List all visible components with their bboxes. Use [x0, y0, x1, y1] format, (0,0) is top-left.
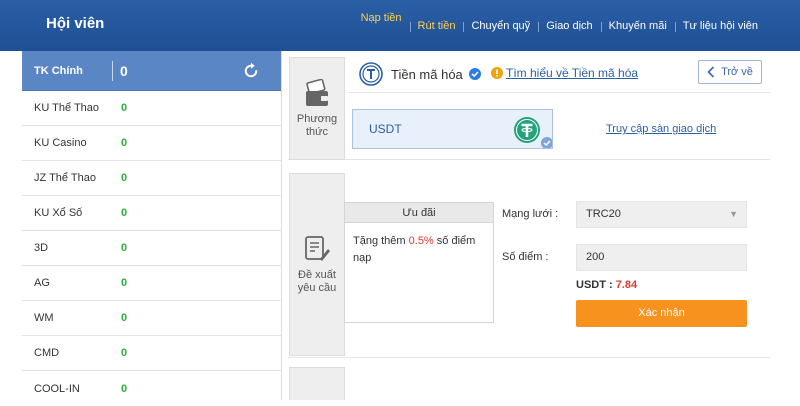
wallet-card-icon — [306, 78, 328, 106]
header-bar: Hội viên Nạp tiền Rút tiền Chuyển quỹ Gi… — [0, 0, 800, 51]
sidebar-item-value: 0 — [121, 312, 128, 324]
sidebar-item-ku-lottery[interactable]: KU Xổ Số 0 — [22, 196, 281, 231]
sidebar-item-label: AG — [34, 277, 50, 289]
next-section — [288, 366, 770, 400]
divider — [112, 61, 113, 81]
nav-withdraw[interactable]: Rút tiền — [409, 20, 464, 32]
tab-payment-method[interactable]: Phương thức — [289, 57, 345, 160]
sidebar-wallets: TK Chính 0 KU Thể Thao 0 KU Casino 0 JZ … — [22, 51, 282, 400]
usdt-logo-icon — [514, 117, 540, 143]
learn-crypto-link[interactable]: Tìm hiểu về Tiền mã hóa — [491, 66, 638, 80]
chevron-left-icon — [707, 66, 715, 78]
promo-box: Ưu đãi Tặng thêm 0.5% số điểm nạp — [344, 202, 494, 323]
confirm-button[interactable]: Xác nhận — [576, 300, 747, 327]
usdt-label: USDT — [369, 122, 402, 136]
sidebar-item-value: 0 — [120, 62, 128, 79]
page-title: Hội viên — [46, 15, 105, 32]
crypto-title-text: Tiền mã hóa — [391, 66, 463, 82]
tab-next[interactable] — [289, 367, 345, 400]
verified-check-icon — [468, 68, 481, 80]
usdt-amount: USDT : 7.84 — [576, 279, 637, 291]
sidebar-item-main-account[interactable]: TK Chính 0 — [22, 51, 281, 91]
network-label: Mạng lưới : — [502, 208, 559, 220]
tab-request[interactable]: Đề xuất yêu cầu — [289, 173, 345, 356]
selected-check-icon — [541, 137, 552, 148]
nav-promotions[interactable]: Khuyến mãi — [600, 20, 675, 32]
refresh-icon[interactable] — [242, 62, 260, 80]
caret-down-icon: ▼ — [729, 209, 738, 219]
sidebar-item-cool-in[interactable]: COOL-IN 0 — [22, 371, 281, 406]
sidebar-item-label: 3D — [34, 242, 49, 254]
sidebar-item-value: 0 — [121, 172, 128, 184]
top-nav: Nạp tiền Rút tiền Chuyển quỹ Giao dịch K… — [353, 0, 766, 51]
usdt-amount-value: 7.84 — [615, 279, 638, 291]
sidebar-item-ku-casino[interactable]: KU Casino 0 — [22, 126, 281, 161]
back-button[interactable]: Trở về — [698, 60, 762, 84]
sidebar-item-label: WM — [34, 312, 54, 324]
tether-icon — [359, 62, 383, 86]
sidebar-item-3d[interactable]: 3D 0 — [22, 231, 281, 266]
form-edit-icon — [305, 235, 330, 261]
promo-percent: 0.5% — [408, 235, 434, 247]
sidebar-item-label: TK Chính — [34, 64, 83, 77]
usdt-amount-label: USDT : — [576, 279, 616, 291]
sidebar-item-label: COOL-IN — [34, 382, 80, 395]
info-icon — [491, 67, 503, 79]
sidebar-item-wm[interactable]: WM 0 — [22, 301, 281, 336]
nav-transfer[interactable]: Chuyển quỹ — [463, 20, 538, 32]
sidebar-item-label: CMD — [34, 347, 60, 359]
sidebar-item-ag[interactable]: AG 0 — [22, 266, 281, 301]
learn-crypto-text: Tìm hiểu về Tiền mã hóa — [506, 66, 639, 80]
sidebar-item-value: 0 — [121, 207, 128, 219]
sidebar-item-label: KU Thể Thao — [34, 102, 100, 114]
nav-member-info[interactable]: Tư liệu hội viên — [674, 20, 766, 32]
tab-request-label: Đề xuất yêu cầu — [297, 268, 337, 294]
sidebar-item-value: 0 — [121, 242, 128, 254]
points-label: Số điểm : — [502, 251, 549, 263]
nav-deposit[interactable]: Nạp tiền — [353, 12, 410, 24]
usdt-option-card[interactable]: USDT — [352, 109, 553, 149]
sidebar-item-value: 0 — [121, 277, 128, 289]
promo-text: Tặng thêm 0.5% số điểm nạp — [345, 223, 493, 277]
promo-head: Ưu đãi — [345, 203, 493, 223]
sidebar-item-cmd[interactable]: CMD 0 — [22, 336, 281, 371]
sidebar-item-value: 0 — [121, 347, 128, 359]
sidebar-item-value: 0 — [121, 382, 128, 395]
network-select[interactable]: TRC20 ▼ — [576, 201, 747, 228]
nav-transactions[interactable]: Giao dịch — [538, 20, 600, 32]
exchange-link[interactable]: Truy cập sàn giao dịch — [606, 123, 716, 135]
sidebar-item-label: KU Casino — [34, 137, 87, 149]
network-value: TRC20 — [586, 208, 621, 220]
divider — [348, 92, 770, 93]
crypto-title: Tiền mã hóa — [359, 62, 481, 86]
tab-payment-method-label: Phương thức — [296, 112, 338, 138]
promo-text-before: Tặng thêm — [353, 235, 409, 247]
points-value: 200 — [586, 251, 605, 263]
sidebar-item-value: 0 — [121, 137, 128, 149]
sidebar-item-value: 0 — [121, 102, 128, 114]
sidebar-item-label: KU Xổ Số — [34, 207, 83, 219]
back-button-label: Trở về — [721, 66, 753, 78]
sidebar-item-label: JZ Thể Thao — [34, 172, 96, 184]
sidebar-item-ku-sports[interactable]: KU Thể Thao 0 — [22, 91, 281, 126]
points-input[interactable]: 200 — [576, 244, 747, 271]
sidebar-item-jz-sports[interactable]: JZ Thể Thao 0 — [22, 161, 281, 196]
